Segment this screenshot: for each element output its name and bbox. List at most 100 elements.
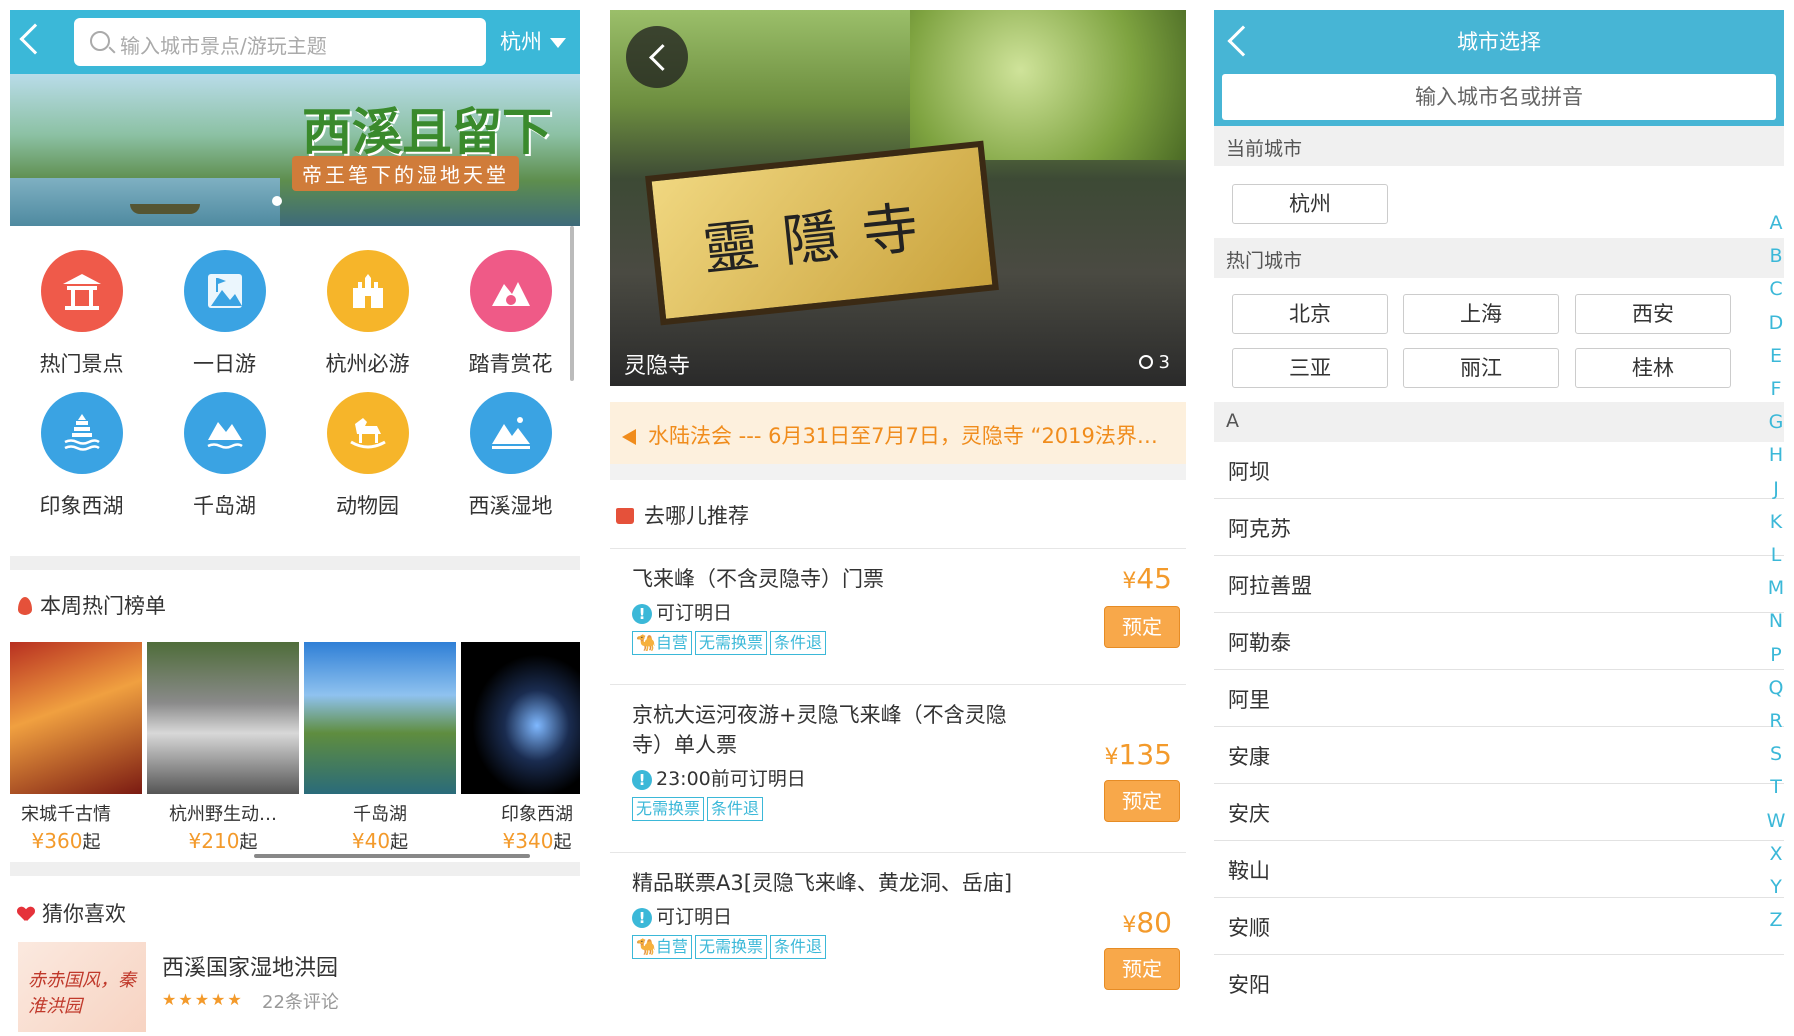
hot-city-button[interactable]: 三亚 (1232, 348, 1388, 388)
index-letter-b[interactable]: B (1764, 245, 1788, 267)
city-row[interactable]: 阿克苏 (1214, 499, 1784, 556)
index-letter-l[interactable]: L (1764, 544, 1788, 566)
flower-mountain-icon (469, 250, 552, 332)
category-label: 西溪湿地 (468, 494, 553, 518)
category-qiandao-lake[interactable]: 千岛湖 (153, 392, 296, 520)
rating-stars: ★★★★★ (162, 990, 244, 1009)
ticket-item[interactable]: 精品联票A3[灵隐飞来峰、黄龙洞、岳庙] ! 可订明日 🐪自营 无需换票 条件退 ¥8… (632, 868, 1180, 990)
hot-city-button[interactable]: 桂林 (1575, 348, 1731, 388)
hot-item[interactable]: 杭州野生动… ¥210起 (147, 642, 299, 854)
notice-bar[interactable]: 水陆法会 --- 6月31日至7月7日，灵隐寺 “2019法界… (610, 402, 1186, 464)
index-letter-j[interactable]: J (1764, 478, 1788, 500)
city-row[interactable]: 安庆 (1214, 784, 1784, 841)
ticket-tags: 🐪自营 无需换票 条件退 (632, 631, 1180, 655)
detail-screen: 靈隱寺 灵隐寺 3 水陆法会 --- 6月31日至7月7日，灵隐寺 “2019法… (600, 0, 1196, 1036)
hot-city-button[interactable]: 西安 (1575, 294, 1731, 334)
photo-count-value: 3 (1158, 352, 1170, 373)
recommend-label: 去哪儿推荐 (644, 504, 749, 528)
index-letter-a[interactable]: A (1764, 212, 1788, 234)
city-row[interactable]: 安康 (1214, 727, 1784, 784)
index-letter-k[interactable]: K (1764, 511, 1788, 533)
city-row[interactable]: 阿拉善盟 (1214, 556, 1784, 613)
hot-city-button[interactable]: 北京 (1232, 294, 1388, 334)
tag-conditional-refund: 条件退 (707, 797, 764, 821)
index-letter-m[interactable]: M (1764, 577, 1788, 599)
book-button[interactable]: 预定 (1104, 780, 1180, 822)
island-icon (183, 392, 266, 474)
book-button[interactable]: 预定 (1104, 606, 1180, 648)
ticket-price: ¥45 (1122, 562, 1172, 595)
index-letter-n[interactable]: N (1764, 610, 1788, 632)
book-button[interactable]: 预定 (1104, 948, 1180, 990)
ticket-item[interactable]: 京杭大运河夜游+灵隐飞来峰（不含灵隐寺）单人票 ! 23:00前可订明日 无需换票… (632, 700, 1180, 822)
photo-count[interactable]: 3 (1138, 352, 1170, 373)
category-day-trip[interactable]: 一日游 (153, 250, 296, 378)
price-suffix: 起 (82, 832, 101, 853)
tag-conditional-refund: 条件退 (769, 935, 826, 959)
price-suffix: 起 (239, 832, 258, 853)
divider (610, 548, 1186, 549)
ticket-item[interactable]: 飞来峰（不含灵隐寺）门票 ! 可订明日 🐪自营 无需换票 条件退 ¥45 预定 (632, 562, 1180, 655)
hot-city-button[interactable]: 上海 (1403, 294, 1559, 334)
city-row[interactable]: 安顺 (1214, 898, 1784, 955)
hot-city-button[interactable]: 丽江 (1403, 348, 1559, 388)
recommend-thumbnail[interactable]: 赤赤国风，秦淮洪园 (18, 942, 146, 1032)
index-letter-c[interactable]: C (1764, 278, 1788, 300)
ticket-info: ! 23:00前可订明日 (632, 764, 1180, 791)
hot-item[interactable]: 印象西湖 ¥340起 (461, 642, 580, 854)
category-zoo[interactable]: 动物园 (296, 392, 439, 520)
category-xixi-wetland[interactable]: 西溪湿地 (439, 392, 582, 520)
category-label: 千岛湖 (193, 494, 256, 518)
city-row[interactable]: 阿坝 (1214, 442, 1784, 499)
city-row[interactable]: 安阳 (1214, 955, 1784, 1012)
hot-item[interactable]: 千岛湖 ¥40起 (304, 642, 456, 854)
carousel-dot[interactable] (272, 196, 282, 206)
index-letter-q[interactable]: Q (1764, 677, 1788, 699)
info-icon: ! (632, 770, 652, 790)
city-selector[interactable]: 杭州 (500, 26, 566, 56)
section-header-current: 当前城市 (1214, 126, 1784, 166)
index-letter-p[interactable]: P (1764, 644, 1788, 666)
index-letter-e[interactable]: E (1764, 345, 1788, 367)
index-letter-g[interactable]: G (1764, 411, 1788, 433)
hot-item-name: 千岛湖 (353, 804, 407, 825)
index-letter-f[interactable]: F (1764, 378, 1788, 400)
category-must-visit[interactable]: 杭州必游 (296, 250, 439, 378)
back-icon[interactable] (19, 23, 51, 55)
heart-icon (18, 907, 34, 921)
recommend-name[interactable]: 西溪国家湿地洪园 (162, 950, 338, 982)
index-letter-z[interactable]: Z (1764, 909, 1788, 931)
index-letter-r[interactable]: R (1764, 710, 1788, 732)
ticket-info-text: 可订明日 (656, 602, 733, 624)
current-city-button[interactable]: 杭州 (1232, 184, 1388, 224)
index-letter-x[interactable]: X (1764, 843, 1788, 865)
search-icon (90, 31, 110, 51)
index-letter-w[interactable]: W (1764, 810, 1788, 832)
index-letter-s[interactable]: S (1764, 743, 1788, 765)
ticket-title: 飞来峰（不含灵隐寺）门票 (632, 567, 884, 591)
comment-icon (1138, 355, 1153, 369)
ticket-title: 精品联票A3[灵隐飞来峰、黄龙洞、岳庙] (632, 871, 1013, 895)
city-row[interactable]: 阿勒泰 (1214, 613, 1784, 670)
index-letter-d[interactable]: D (1764, 312, 1788, 334)
index-letter-t[interactable]: T (1764, 776, 1788, 798)
city-row[interactable]: 鞍山 (1214, 841, 1784, 898)
back-button[interactable] (626, 26, 688, 88)
index-letter-h[interactable]: H (1764, 444, 1788, 466)
hot-item[interactable]: 宋城千古情 ¥360起 (10, 642, 142, 854)
promo-banner[interactable]: 西溪且留下 帝王笔下的湿地天堂 (10, 74, 580, 226)
horizontal-scrollbar[interactable] (254, 854, 530, 858)
city-search-input[interactable]: 输入城市名或拼音 (1222, 74, 1776, 120)
tag-no-exchange: 无需换票 (632, 797, 705, 821)
search-input[interactable]: 输入城市景点/游玩主题 (74, 18, 486, 66)
pagoda-icon (40, 392, 123, 474)
city-row[interactable]: 阿里 (1214, 670, 1784, 727)
tag-conditional-refund: 条件退 (769, 631, 826, 655)
category-hot-spots[interactable]: 热门景点 (10, 250, 153, 378)
index-letter-y[interactable]: Y (1764, 876, 1788, 898)
category-label: 热门景点 (39, 352, 124, 376)
hero-photo[interactable]: 靈隱寺 灵隐寺 3 (610, 10, 1186, 386)
category-west-lake[interactable]: 印象西湖 (10, 392, 153, 520)
category-spring-flowers[interactable]: 踏青赏花 (439, 250, 582, 378)
hot-list[interactable]: 宋城千古情 ¥360起 杭州野生动… ¥210起 千岛湖 ¥40起 印象西湖 ¥… (10, 642, 580, 862)
